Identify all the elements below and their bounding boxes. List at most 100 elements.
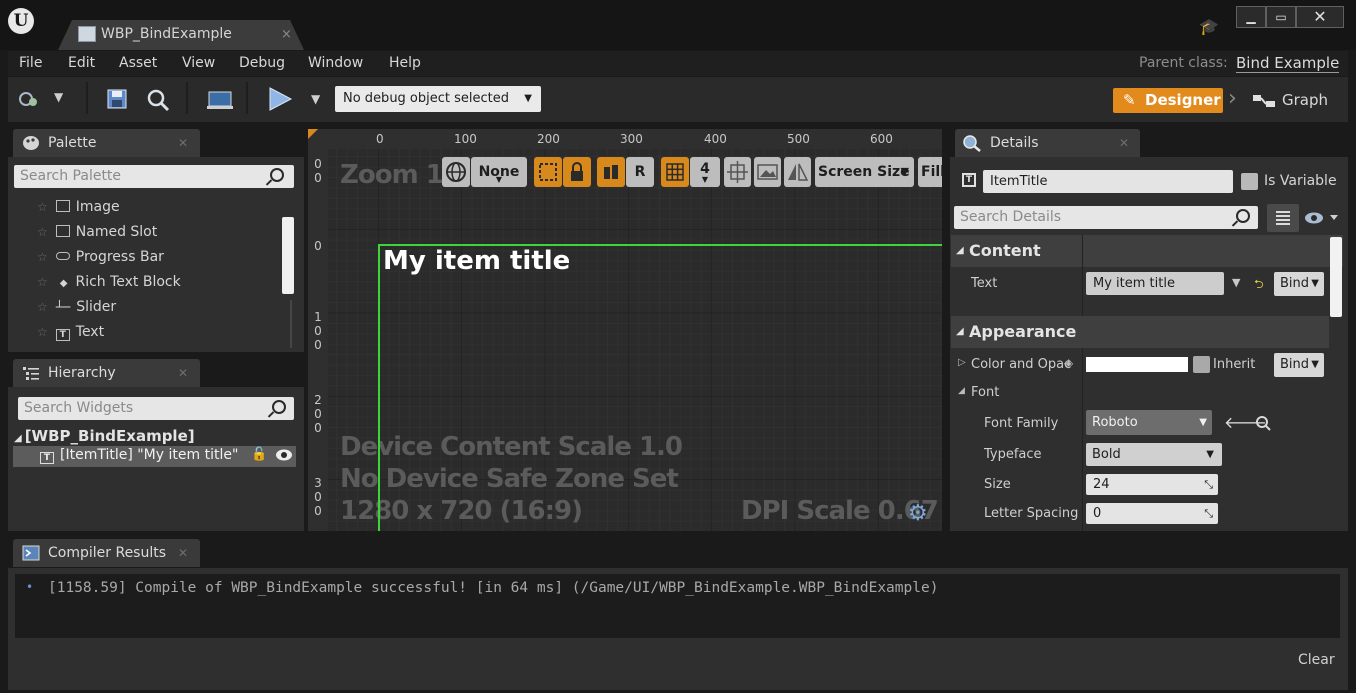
graph-mode-button[interactable]: Graph <box>1282 91 1328 109</box>
menu-view[interactable]: View <box>182 55 215 71</box>
favorite-star-icon[interactable]: ☆ <box>37 250 48 264</box>
debug-object-select[interactable]: No debug object selected ▼ <box>335 86 541 112</box>
typeface-select[interactable]: Bold ▼ <box>1086 443 1222 466</box>
text-options-chevron-icon[interactable]: ▼ <box>1232 276 1240 289</box>
hierarchy-tab[interactable]: Hierarchy ✕ <box>13 359 200 387</box>
locale-preview-select[interactable]: None ▼ <box>471 157 527 187</box>
transform-gizmo-icon[interactable] <box>724 157 751 187</box>
compiler-results-close-icon[interactable]: ✕ <box>178 539 188 567</box>
details-close-icon[interactable]: ✕ <box>1119 129 1129 157</box>
ruler-tick-label: 600 <box>870 132 893 146</box>
content-category-header[interactable]: ◢ Content <box>951 235 1343 267</box>
localization-globe-icon[interactable] <box>442 157 470 187</box>
text-bind-button[interactable]: Bind ▼ <box>1274 272 1324 296</box>
grid-snap-toggle-icon[interactable] <box>661 157 689 187</box>
browse-asset-icon[interactable] <box>1255 415 1271 431</box>
log-bullet-icon: • <box>26 580 34 594</box>
ruler-tick-label: 400 <box>704 132 727 146</box>
designer-mode-button[interactable]: ✎ Designer <box>1113 88 1223 113</box>
palette-item-image[interactable]: ☆ Image <box>37 199 120 215</box>
color-swatch[interactable] <box>1086 357 1188 372</box>
menu-edit[interactable]: Edit <box>68 55 95 71</box>
visibility-eye-icon[interactable] <box>275 448 293 462</box>
favorite-star-icon[interactable]: ☆ <box>37 300 48 314</box>
palette-scroll-track <box>290 300 292 348</box>
screen-size-select[interactable]: Screen Size ▼ <box>815 157 914 187</box>
favorite-star-icon[interactable]: ☆ <box>37 325 48 339</box>
collapse-triangle-icon[interactable]: ◢ <box>958 386 965 396</box>
hierarchy-close-icon[interactable]: ✕ <box>178 359 188 387</box>
property-matrix-button[interactable] <box>1267 204 1299 232</box>
details-search-placeholder: Search Details <box>960 209 1062 225</box>
menu-asset[interactable]: Asset <box>119 55 157 71</box>
reset-to-default-icon[interactable]: ⮌ <box>1254 275 1264 296</box>
inherit-checkbox[interactable] <box>1193 356 1210 373</box>
hierarchy-item-itemtitle[interactable]: T [ItemTitle] "My item title" <box>40 447 238 464</box>
color-bind-button[interactable]: Bind ▼ <box>1274 353 1324 377</box>
spin-arrows-icon[interactable]: ⤡ <box>1204 503 1213 524</box>
font-family-select[interactable]: Roboto ▼ <box>1086 410 1212 435</box>
background-image-icon[interactable] <box>754 157 781 187</box>
lock-layout-icon[interactable] <box>563 157 591 187</box>
browse-magnifier-icon[interactable] <box>146 88 170 112</box>
mirror-flow-icon[interactable] <box>784 157 811 187</box>
fill-mode-select[interactable]: Fill <box>918 157 942 187</box>
typeface-label: Typeface <box>984 447 1042 462</box>
outline-toggle-icon[interactable] <box>534 157 562 187</box>
details-tab[interactable]: Details ✕ <box>955 129 1140 157</box>
text-widget-preview[interactable]: My item title <box>383 246 570 276</box>
palette-item-rich-text-block[interactable]: ☆ ◆ Rich Text Block <box>37 274 181 290</box>
document-tab-close-icon[interactable]: × <box>281 27 292 42</box>
hierarchy-root[interactable]: ◢ [WBP_BindExample] <box>14 427 195 445</box>
favorite-star-icon[interactable]: ☆ <box>37 200 48 214</box>
menu-window[interactable]: Window <box>308 55 363 71</box>
palette-item-slider[interactable]: ☆ ┴─ Slider <box>37 299 116 315</box>
compile-options-chevron-icon[interactable]: ▼ <box>54 90 63 104</box>
favorite-star-icon[interactable]: ☆ <box>37 225 48 239</box>
favorite-star-icon[interactable]: ☆ <box>37 275 48 289</box>
palette-item-named-slot[interactable]: ☆ Named Slot <box>37 224 157 240</box>
clear-button[interactable]: Clear <box>1298 652 1335 668</box>
expand-arrow-icon[interactable]: ▷ <box>958 357 966 368</box>
learn-cap-icon[interactable]: 🎓 <box>1199 17 1219 36</box>
menu-file[interactable]: File <box>19 55 42 71</box>
palette-item-text[interactable]: ☆ T Text <box>37 324 104 341</box>
palette-close-icon[interactable]: ✕ <box>178 129 188 157</box>
maximize-button[interactable]: ▭ <box>1266 6 1296 28</box>
chevron-down-icon: ▼ <box>1311 278 1319 289</box>
play-icon[interactable] <box>267 86 293 112</box>
is-variable-checkbox[interactable] <box>1241 173 1258 190</box>
text-property-input[interactable]: My item title <box>1086 272 1224 295</box>
appearance-category-header[interactable]: ◢ Appearance <box>951 316 1329 348</box>
parent-class-link[interactable]: Bind Example <box>1236 54 1340 73</box>
palette-search-input[interactable]: Search Palette <box>14 165 294 188</box>
letter-spacing-input[interactable]: 0 ⤡ <box>1086 503 1218 524</box>
details-search-input[interactable]: Search Details <box>954 206 1258 229</box>
menu-help[interactable]: Help <box>389 55 421 71</box>
expand-triangle-icon[interactable]: ◢ <box>14 433 22 444</box>
view-options-eye-icon[interactable] <box>1304 210 1340 226</box>
debug-object-select-label: No debug object selected <box>343 91 510 106</box>
palette-item-progress-bar[interactable]: ☆ Progress Bar <box>37 249 164 265</box>
respect-locks-icon[interactable] <box>597 157 625 187</box>
mode-separator-chevron-icon: › <box>1228 86 1237 111</box>
palette-scrollbar[interactable] <box>282 217 294 294</box>
compile-settings-icon[interactable] <box>18 89 40 109</box>
minimize-button[interactable]: ▁ <box>1236 6 1266 28</box>
window-preview-icon[interactable] <box>207 90 233 110</box>
compiler-results-tab[interactable]: Compiler Results ✕ <box>13 539 200 567</box>
reset-rotation-button[interactable]: R <box>626 157 654 187</box>
lock-icon[interactable]: 🔓 <box>251 447 267 462</box>
menu-debug[interactable]: Debug <box>239 55 285 71</box>
spin-arrows-icon[interactable]: ⤡ <box>1204 474 1213 495</box>
size-input[interactable]: 24 ⤡ <box>1086 474 1218 495</box>
widget-name-input[interactable]: ItemTitle <box>983 170 1233 193</box>
palette-tab[interactable]: Palette ✕ <box>13 129 200 157</box>
close-window-button[interactable]: ✕ <box>1296 6 1344 28</box>
play-options-chevron-icon[interactable]: ▼ <box>311 92 320 106</box>
hierarchy-search-input[interactable]: Search Widgets <box>18 397 294 420</box>
details-scrollbar[interactable] <box>1330 237 1342 317</box>
text-widget-selection[interactable] <box>378 244 942 531</box>
save-icon[interactable] <box>107 89 127 109</box>
grid-snap-value-select[interactable]: 4 ▼ <box>690 157 720 187</box>
